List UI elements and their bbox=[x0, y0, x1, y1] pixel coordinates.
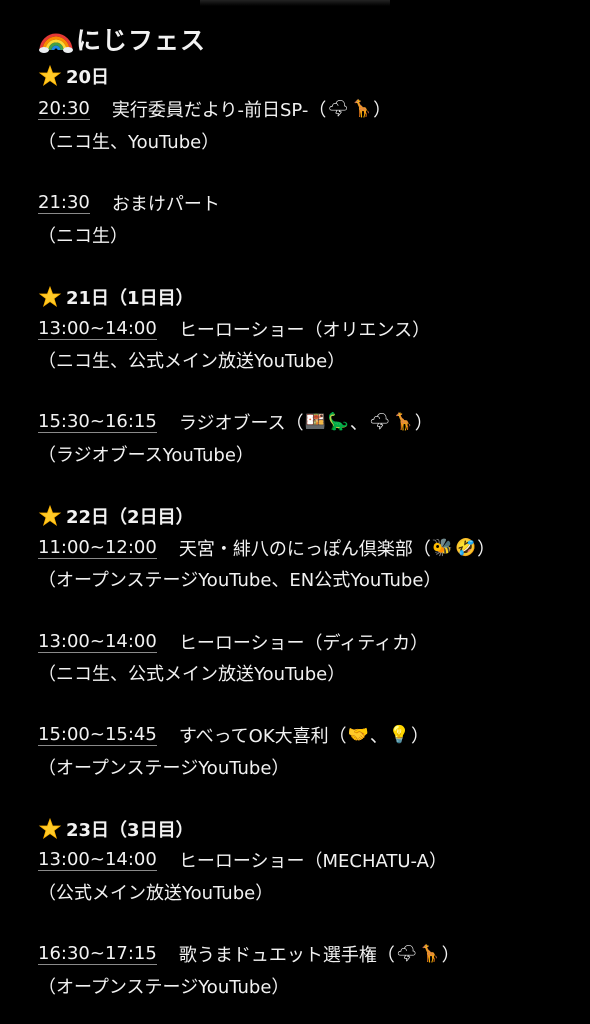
event-name-close: ） bbox=[414, 413, 433, 434]
giraffe-icon: 🦒 bbox=[392, 412, 414, 432]
event-name: おまけパート bbox=[111, 194, 220, 215]
event-name: 歌うまドュエット選手権（ bbox=[178, 945, 395, 966]
emoji-separator: 、 bbox=[349, 413, 368, 434]
event-line: 11:00~12:00 天宮・緋八のにっぽん倶楽部（ 🐝 🤣 ） bbox=[38, 535, 495, 561]
event-name: 実行委員だより-前日SP-（ bbox=[111, 100, 327, 121]
event-name: すべってOK大喜利（ bbox=[178, 726, 347, 747]
event-name: ヒーローショー（ディティカ） bbox=[178, 633, 429, 654]
event-name: ヒーローショー（MECHATU-A） bbox=[178, 851, 447, 872]
event-channel: （オープンステージYouTube、EN公式YouTube） bbox=[38, 570, 442, 591]
event-channel: （オープンステージYouTube） bbox=[38, 758, 290, 779]
cloud-lightning-icon: 🌩 bbox=[327, 99, 349, 119]
event-name-close: ） bbox=[477, 539, 496, 560]
event-line: 16:30~17:15 歌うまドュエット選手権（ 🌩 🦒 ） bbox=[38, 941, 460, 967]
day-label: 21日（1日目） bbox=[66, 288, 194, 309]
event-name: ヒーローショー（オリエンス） bbox=[178, 320, 431, 341]
event-line: 13:00~14:00 ヒーローショー（オリエンス） bbox=[38, 316, 430, 342]
event-time-link[interactable]: 15:00~15:45 bbox=[38, 724, 157, 746]
event-time-link[interactable]: 11:00~12:00 bbox=[38, 537, 157, 559]
event-line: 13:00~14:00 ヒーローショー（ディティカ） bbox=[38, 629, 428, 655]
day-header-23: 23日（3日目） bbox=[38, 816, 194, 842]
event-name-close: ） bbox=[373, 100, 392, 121]
event-time-link[interactable]: 16:30~17:15 bbox=[38, 943, 157, 965]
event-name-close: ） bbox=[410, 726, 429, 747]
event-line: 15:30~16:15 ラジオブース（ 🍱 🦕 、 🌩 🦒 ） bbox=[38, 409, 433, 435]
event-channel: （ニコ生、公式メイン放送YouTube） bbox=[38, 351, 346, 372]
day-label: 23日（3日目） bbox=[66, 820, 194, 841]
event-line: 20:30 実行委員だより-前日SP-（ 🌩 🦒 ） bbox=[38, 96, 391, 122]
event-time-link[interactable]: 13:00~14:00 bbox=[38, 849, 157, 871]
day-header-22: 22日（2日目） bbox=[38, 503, 194, 529]
day-label: 22日（2日目） bbox=[66, 507, 194, 528]
event-time-link[interactable]: 21:30 bbox=[38, 192, 90, 214]
cloud-lightning-icon: 🌩 bbox=[395, 944, 418, 964]
glowing-star-icon bbox=[38, 64, 62, 86]
emoji-separator: 、 bbox=[369, 726, 388, 747]
bento-icon: 🍱 bbox=[304, 412, 326, 432]
page-title: にじフェス bbox=[38, 22, 206, 56]
event-channel: （ニコ生、YouTube） bbox=[38, 132, 220, 153]
cloud-lightning-icon: 🌩 bbox=[368, 412, 391, 432]
day-label: 20日 bbox=[66, 67, 110, 88]
event-name-close: ） bbox=[441, 945, 460, 966]
event-time-link[interactable]: 13:00~14:00 bbox=[38, 318, 157, 340]
glowing-star-icon bbox=[38, 817, 62, 839]
event-line: 15:00~15:45 すべってOK大喜利（ 🤝 、 💡 ） bbox=[38, 722, 429, 748]
lightbulb-icon: 💡 bbox=[388, 725, 410, 745]
title-text: にじフェス bbox=[76, 26, 207, 55]
event-time-link[interactable]: 13:00~14:00 bbox=[38, 631, 157, 653]
dinosaur-icon: 🦕 bbox=[327, 412, 349, 432]
event-channel: （公式メイン放送YouTube） bbox=[38, 883, 274, 904]
event-channel: （ニコ生、公式メイン放送YouTube） bbox=[38, 664, 346, 685]
giraffe-icon: 🦒 bbox=[419, 944, 441, 964]
event-channel: （オープンステージYouTube） bbox=[38, 977, 290, 998]
event-channel: （ラジオブースYouTube） bbox=[38, 445, 254, 466]
event-line: 21:30 おまけパート bbox=[38, 190, 220, 216]
glowing-star-icon bbox=[38, 285, 62, 307]
bee-icon: 🐝 bbox=[431, 538, 453, 558]
top-cutoff-text bbox=[200, 0, 390, 6]
giraffe-icon: 🦒 bbox=[350, 99, 373, 119]
event-name: ラジオブース（ bbox=[178, 413, 304, 434]
rainbow-icon bbox=[39, 33, 73, 53]
event-time-link[interactable]: 15:30~16:15 bbox=[38, 411, 157, 433]
event-time-link[interactable]: 20:30 bbox=[38, 98, 90, 120]
event-channel: （ニコ生） bbox=[38, 226, 128, 247]
day-header-20: 20日 bbox=[38, 63, 109, 89]
rofl-face-icon: 🤣 bbox=[455, 538, 477, 558]
event-name: 天宮・緋八のにっぽん倶楽部（ bbox=[178, 539, 431, 560]
handshake-icon: 🤝 bbox=[347, 725, 369, 745]
glowing-star-icon bbox=[38, 504, 62, 526]
event-line: 13:00~14:00 ヒーローショー（MECHATU-A） bbox=[38, 847, 447, 873]
day-header-21: 21日（1日目） bbox=[38, 284, 194, 310]
